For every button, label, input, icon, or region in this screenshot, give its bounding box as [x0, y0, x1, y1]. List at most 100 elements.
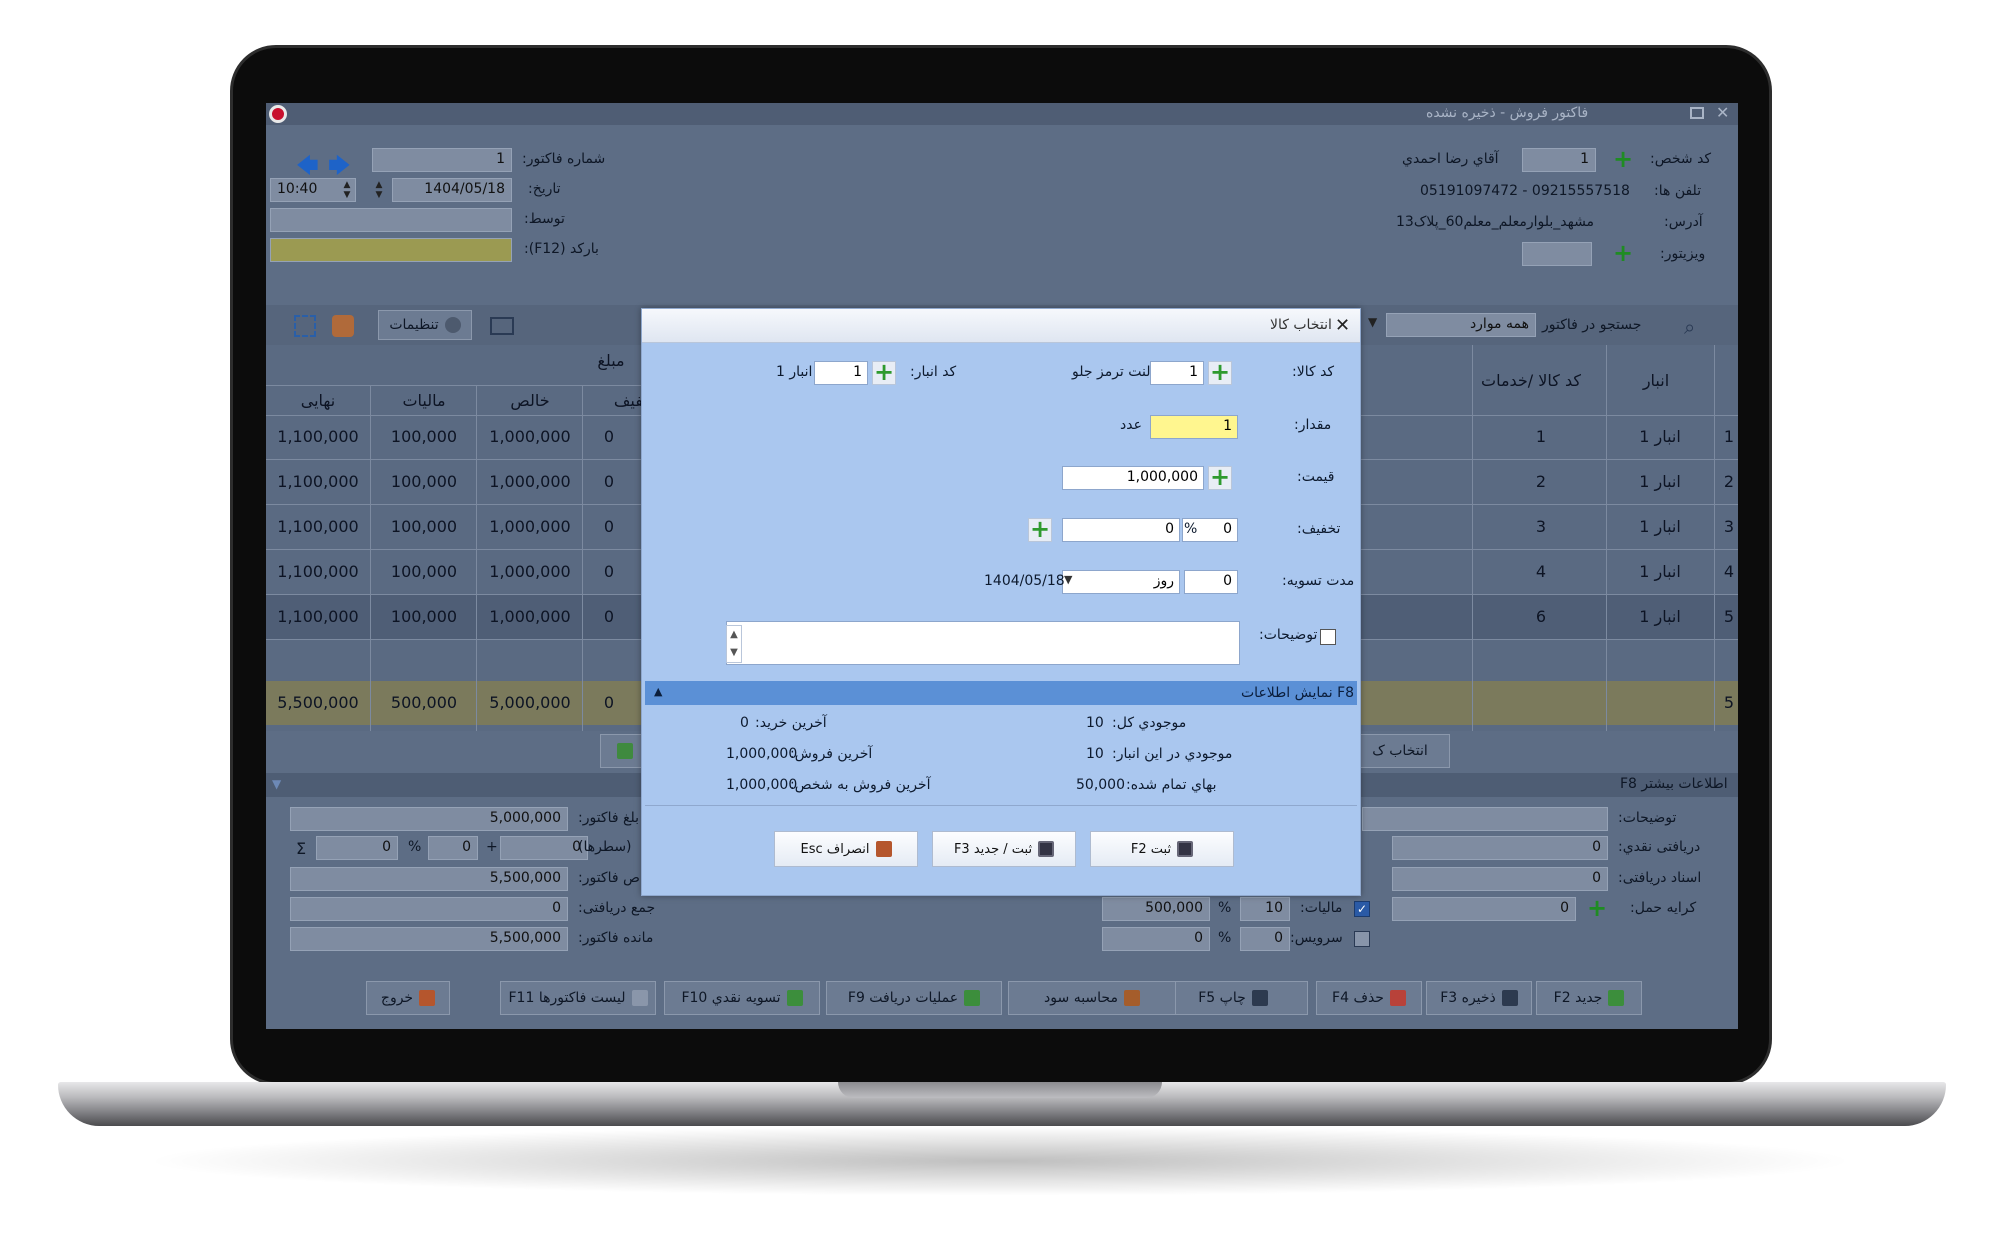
- total-tax: 500,000: [390, 693, 458, 712]
- sigma-icon[interactable]: Σ: [296, 839, 306, 858]
- button-label: ذخیره F3: [1440, 990, 1496, 1006]
- minimize-icon[interactable]: [1690, 107, 1704, 119]
- barcode-field[interactable]: [270, 238, 512, 262]
- notes-textarea[interactable]: [726, 621, 1240, 665]
- settle-unit-chevron-icon[interactable]: ▼: [1064, 573, 1080, 591]
- notes-field[interactable]: [1362, 807, 1608, 831]
- settle-days-field[interactable]: 0: [1184, 570, 1238, 594]
- add-discount-icon[interactable]: +: [1028, 517, 1052, 542]
- visitor-field[interactable]: [1522, 242, 1592, 266]
- message-icon[interactable]: [490, 317, 514, 335]
- notes-spinner-icon[interactable]: ▲ ▼: [726, 625, 742, 663]
- bottom-button-1[interactable]: ذخیره F3: [1426, 981, 1532, 1015]
- price-label: قیمت:: [1297, 469, 1335, 485]
- button-label: محاسبه سود: [1044, 990, 1118, 1006]
- button-icon: [964, 990, 981, 1006]
- address-value: مشهد_بلوارمعلم_معلم60_پلاک13: [1396, 214, 1595, 230]
- select-item-dialog: انتخاب کالا ✕ کد کالا: + 1 لنت ترمز جلو …: [641, 308, 1361, 896]
- qty-field[interactable]: 1: [1150, 415, 1238, 439]
- cash-received-field[interactable]: 0: [1392, 836, 1608, 860]
- search-scope-select[interactable]: همه موارد: [1386, 313, 1536, 337]
- docs-received-field[interactable]: 0: [1392, 867, 1608, 891]
- settings-button[interactable]: تنظیمات: [378, 310, 472, 340]
- button-icon: [419, 990, 436, 1006]
- cell-discount: 0: [603, 607, 615, 626]
- add-shipping-icon[interactable]: +: [1586, 896, 1608, 920]
- bottom-button-7[interactable]: لیست فاکتورها F11: [500, 981, 656, 1015]
- save-label: ثبت F2: [1130, 841, 1172, 857]
- add-person-icon[interactable]: +: [1612, 147, 1634, 171]
- grid-v-1: [370, 385, 371, 731]
- person-code-field[interactable]: 1: [1522, 148, 1596, 172]
- notes-label: توضیحات:: [1618, 810, 1677, 826]
- expand-icon[interactable]: [294, 315, 316, 337]
- exit-door-icon: [875, 841, 892, 857]
- add-price-icon[interactable]: +: [1208, 465, 1232, 490]
- bottom-button-8[interactable]: خروج: [366, 981, 450, 1015]
- warehouse-code-label: کد انبار:: [910, 364, 957, 380]
- bottom-button-6[interactable]: تسويه نقدي F10: [664, 981, 820, 1015]
- select-item-button[interactable]: انتخاب ک: [1350, 734, 1450, 768]
- warehouse-name: انبار 1: [776, 364, 813, 380]
- info-bar-chevron-icon[interactable]: ▲: [654, 685, 662, 698]
- tax-pct-field[interactable]: 10: [1240, 897, 1290, 921]
- gear-icon: [444, 317, 461, 333]
- button-label: جدید F2: [1553, 990, 1603, 1006]
- row-index: 3: [1723, 517, 1735, 536]
- close-icon[interactable]: ✕: [1716, 103, 1732, 123]
- paint-icon[interactable]: [332, 315, 354, 337]
- discount-amount-field[interactable]: 0: [1062, 518, 1180, 542]
- date-spinner-icon[interactable]: ▲ ▼: [370, 180, 388, 200]
- person-code-label: کد شخص:: [1650, 151, 1712, 167]
- invoice-number-field[interactable]: 1: [372, 148, 512, 172]
- bottom-button-3[interactable]: چاپ F5: [1158, 981, 1308, 1015]
- item-code-label: کد کالا:: [1292, 364, 1335, 380]
- service-checkbox[interactable]: [1354, 931, 1370, 947]
- cell-net: 1,000,000: [489, 427, 571, 446]
- by-field[interactable]: [270, 208, 512, 232]
- time-spinner-icon[interactable]: ▲ ▼: [338, 180, 356, 200]
- laptop-shadow: [140, 1126, 1860, 1196]
- search-icon[interactable]: ⌕: [1684, 315, 1695, 339]
- save-button[interactable]: ثبت F2: [1090, 831, 1234, 867]
- button-icon: [1123, 990, 1140, 1006]
- add-warehouse-icon[interactable]: +: [872, 360, 896, 385]
- save-new-button[interactable]: ثبت / جدید F3: [932, 831, 1076, 867]
- notes-checkbox[interactable]: [1320, 629, 1336, 645]
- price-field[interactable]: 1,000,000: [1062, 466, 1204, 490]
- chevron-down-icon[interactable]: ▼: [1368, 315, 1377, 329]
- floppy-icon: [1177, 841, 1194, 857]
- person-name: آقاي رضا احمدي: [1402, 151, 1499, 167]
- warehouse-code-field[interactable]: 1: [814, 361, 868, 385]
- item-code-field[interactable]: 1: [1150, 361, 1204, 385]
- rows-pct-field[interactable]: 0: [428, 836, 478, 860]
- bottom-button-2[interactable]: حذف F4: [1316, 981, 1422, 1015]
- bottom-button-0[interactable]: جدید F2: [1536, 981, 1642, 1015]
- cell-warehouse: انبار 1: [1639, 517, 1681, 536]
- rows-x-field[interactable]: 0: [316, 836, 398, 860]
- last-sell-person-label: آخرین فروش به شخص:: [790, 777, 931, 793]
- date-field[interactable]: 1404/05/18: [392, 178, 512, 202]
- bottom-button-4[interactable]: محاسبه سود: [1008, 981, 1176, 1015]
- grid-v-6: [1714, 345, 1715, 731]
- bottom-button-5[interactable]: عملیات دریافت F9: [826, 981, 1002, 1015]
- tax-label: مالیات:: [1300, 900, 1343, 916]
- service-pct-field[interactable]: 0: [1240, 927, 1290, 951]
- add-item-icon[interactable]: +: [1208, 360, 1232, 385]
- dialog-close-icon[interactable]: ✕: [1335, 315, 1350, 336]
- shipping-field[interactable]: 0: [1392, 897, 1576, 921]
- add-visitor-icon[interactable]: +: [1612, 241, 1634, 265]
- collapse-icon[interactable]: ▼: [272, 777, 281, 791]
- cancel-button[interactable]: انصراف Esc: [774, 831, 918, 867]
- rows-amount-field[interactable]: 0: [500, 836, 588, 860]
- button-icon: [1251, 990, 1268, 1006]
- laptop-notch: [838, 1082, 1162, 1098]
- item-name: لنت ترمز جلو: [1072, 364, 1151, 380]
- cell-warehouse: انبار 1: [1639, 427, 1681, 446]
- tax-checkbox[interactable]: ✓: [1354, 901, 1370, 917]
- stock-here-label: موجودي در اين انبار:: [1112, 746, 1233, 762]
- header-tax: مالیات: [402, 391, 446, 410]
- cell-warehouse: انبار 1: [1639, 562, 1681, 581]
- cancel-label: انصراف Esc: [800, 841, 870, 857]
- cell-tax: 100,000: [390, 472, 458, 491]
